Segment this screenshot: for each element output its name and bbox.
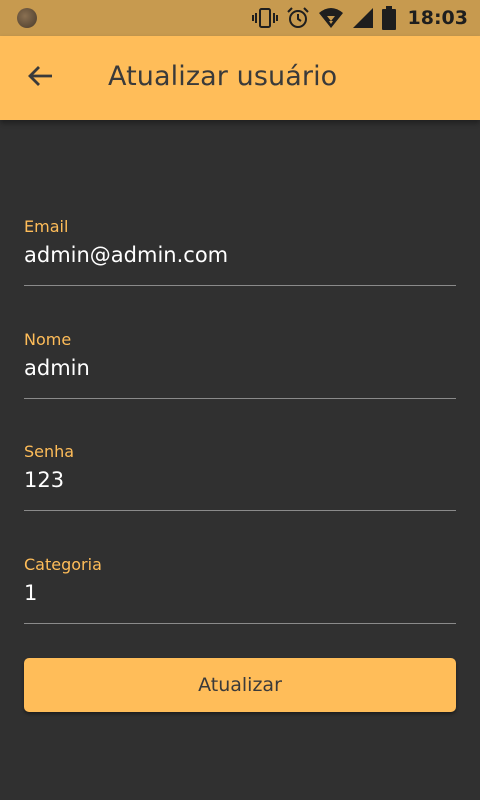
- alarm-icon: [286, 6, 310, 30]
- name-input[interactable]: [24, 355, 456, 381]
- password-label: Senha: [24, 442, 75, 461]
- category-underline: [24, 623, 456, 624]
- page-title: Atualizar usuário: [108, 61, 338, 92]
- email-input[interactable]: [24, 242, 456, 268]
- status-clock: 18:03: [407, 7, 468, 29]
- password-input[interactable]: [24, 467, 456, 493]
- name-underline: [24, 398, 456, 399]
- signal-icon: [352, 7, 374, 29]
- wifi-icon: [318, 7, 344, 29]
- email-underline: [24, 285, 456, 286]
- category-field: Categoria: [24, 555, 456, 624]
- update-button[interactable]: Atualizar: [24, 658, 456, 712]
- status-icons: 18:03: [251, 0, 468, 36]
- name-label: Nome: [24, 330, 72, 349]
- password-field: Senha: [24, 442, 456, 511]
- status-bar: 18:03: [0, 0, 480, 36]
- arrow-back-icon: [27, 65, 53, 91]
- category-label: Categoria: [24, 555, 102, 574]
- vibrate-icon: [251, 7, 278, 29]
- name-field: Nome: [24, 330, 456, 399]
- email-field: Email: [24, 217, 456, 286]
- email-label: Email: [24, 217, 69, 236]
- notification-app-icon: [17, 8, 37, 28]
- password-underline: [24, 510, 456, 511]
- battery-icon: [381, 6, 396, 30]
- app-bar: Atualizar usuário: [0, 36, 480, 120]
- back-button[interactable]: [18, 56, 62, 100]
- category-input[interactable]: [24, 580, 456, 606]
